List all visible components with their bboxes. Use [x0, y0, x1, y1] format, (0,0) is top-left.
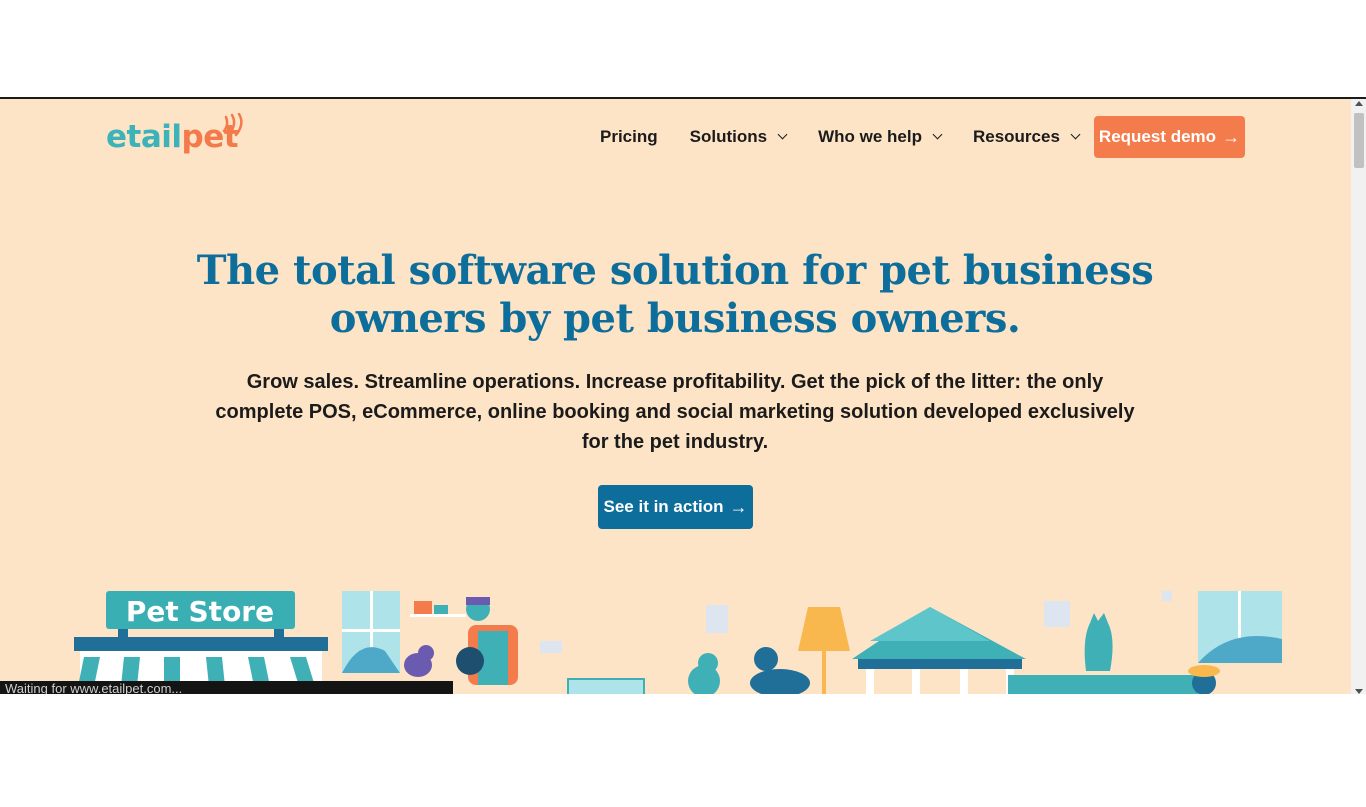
scroll-down-arrow-icon[interactable] — [1355, 689, 1363, 694]
page-scrollbar[interactable] — [1351, 99, 1366, 694]
main-nav: Pricing Solutions Who we help Resources — [600, 99, 1111, 174]
browser-viewport: etailpet Pricing Solutions Who we help R… — [0, 97, 1366, 694]
signal-waves-icon — [222, 113, 243, 137]
chevron-down-icon — [1070, 129, 1081, 140]
pet-store-sign: Pet Store — [126, 595, 274, 628]
nav-resources[interactable]: Resources — [972, 126, 1081, 147]
nav-pricing-label: Pricing — [600, 126, 658, 146]
arrow-right-icon: → — [729, 496, 748, 517]
pet-business-illustration: Pet Store — [74, 591, 1282, 694]
hero-title: The total software solution for pet busi… — [196, 247, 1154, 342]
nav-resources-label: Resources — [972, 126, 1060, 146]
nav-solutions-label: Solutions — [689, 126, 768, 146]
scroll-up-arrow-icon[interactable] — [1355, 101, 1363, 106]
see-it-in-action-label: See it in action — [603, 497, 724, 516]
browser-status-bar: Waiting for www.etailpet.com... — [0, 681, 453, 694]
nav-who-we-help[interactable]: Who we help — [818, 126, 943, 147]
hero-subtitle: Grow sales. Streamline operations. Incre… — [215, 371, 1135, 453]
nav-pricing[interactable]: Pricing — [600, 127, 658, 147]
scrollbar-thumb[interactable] — [1354, 113, 1364, 168]
chevron-down-icon — [777, 129, 788, 140]
etailpet-logo[interactable]: etailpet — [106, 113, 243, 159]
see-it-in-action-button[interactable]: See it in action → — [598, 485, 753, 529]
request-demo-label: Request demo — [1098, 127, 1217, 146]
nav-solutions[interactable]: Solutions — [689, 126, 788, 147]
pet-store-illustration: Pet Store — [74, 591, 328, 694]
request-demo-button[interactable]: Request demo → — [1094, 116, 1245, 158]
nav-who-we-help-label: Who we help — [818, 126, 922, 146]
logo-text-etail: etail — [106, 119, 182, 155]
arrow-right-icon: → — [1222, 126, 1241, 147]
chevron-down-icon — [932, 129, 943, 140]
